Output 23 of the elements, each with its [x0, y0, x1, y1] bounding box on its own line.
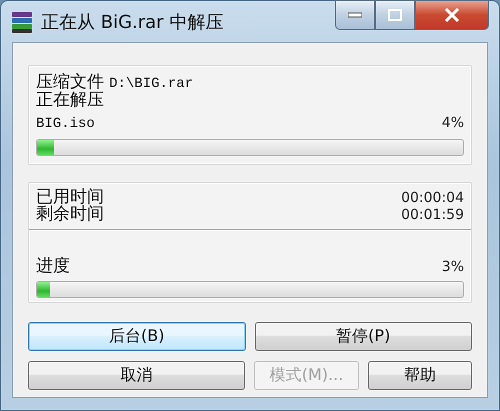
progress-percent: 3% — [442, 259, 464, 275]
window-title: 正在从 BiG.rar 中解压 — [41, 10, 224, 34]
file-percent: 4% — [442, 115, 464, 131]
time-value: 00:01:59 — [401, 207, 464, 223]
dialog-button[interactable]: 取消 — [28, 361, 246, 390]
dialog-button[interactable]: 帮助 — [368, 361, 472, 390]
time-value: 00:00:04 — [401, 190, 464, 206]
close-button[interactable] — [415, 0, 489, 30]
stacked-books-icon — [11, 10, 33, 34]
minimize-button[interactable] — [335, 0, 375, 30]
minimize-icon — [348, 12, 362, 18]
dialog-button[interactable]: 暂停(P) — [254, 322, 472, 351]
maximize-icon — [388, 9, 402, 21]
time-label: 剩余时间 — [36, 206, 104, 223]
archive-label: 压缩文件 — [36, 72, 104, 92]
archive-path: D:\BIG.rar — [109, 76, 194, 92]
file-name: BIG.iso — [36, 116, 95, 132]
time-label: 已用时间 — [36, 189, 104, 206]
maximize-button[interactable] — [375, 0, 415, 30]
status-text: 正在解压 — [36, 92, 105, 109]
close-icon — [444, 8, 460, 22]
dialog-button[interactable]: 后台(B) — [28, 322, 246, 351]
progress-label: 进度 — [36, 258, 70, 275]
